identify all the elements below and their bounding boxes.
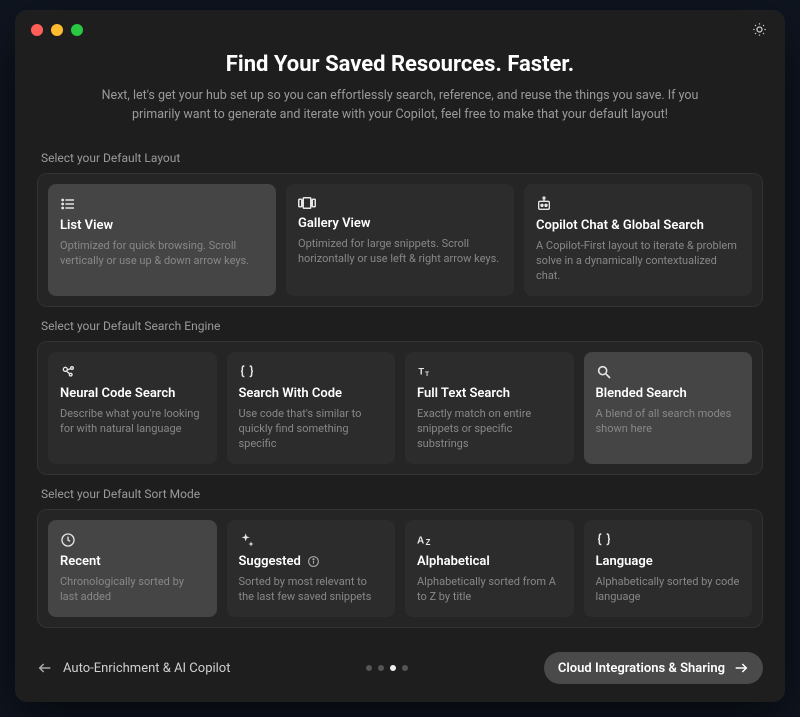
card-title: Recent xyxy=(60,554,205,569)
wizard-footer: Auto-Enrichment & AI Copilot Cloud Integ… xyxy=(37,636,763,684)
braces-icon xyxy=(596,532,741,548)
card-title: Search With Code xyxy=(239,386,384,401)
svg-text:Z: Z xyxy=(426,538,431,547)
card-desc: Exactly match on entire snippets or spec… xyxy=(417,406,562,452)
card-title: Alphabetical xyxy=(417,554,562,569)
search-option-group: Neural Code Search Describe what you're … xyxy=(37,341,763,475)
text-icon: TT xyxy=(417,364,562,380)
sort-suggested-card[interactable]: Suggested Sorted by most relevant to the… xyxy=(227,520,396,617)
card-desc: Chronologically sorted by last added xyxy=(60,574,205,605)
search-neural-card[interactable]: Neural Code Search Describe what you're … xyxy=(48,352,217,464)
list-icon xyxy=(60,196,264,212)
card-desc: Optimized for large snippets. Scroll hor… xyxy=(298,236,502,267)
page-subtitle: Next, let's get your hub set up so you c… xyxy=(80,87,720,125)
layout-copilot-chat-card[interactable]: Copilot Chat & Global Search A Copilot-F… xyxy=(524,184,752,296)
layout-gallery-view-card[interactable]: Gallery View Optimized for large snippet… xyxy=(286,184,514,296)
step-dot xyxy=(378,665,384,671)
search-blended-card[interactable]: Blended Search A blend of all search mod… xyxy=(584,352,753,464)
braces-icon xyxy=(239,364,384,380)
search-section-label: Select your Default Search Engine xyxy=(41,319,763,333)
step-indicator xyxy=(366,665,408,671)
card-desc: Describe what you're looking for with na… xyxy=(60,406,205,437)
card-desc: Alphabetically sorted from A to Z by tit… xyxy=(417,574,562,605)
card-title: List View xyxy=(60,218,264,233)
search-full-text-card[interactable]: TT Full Text Search Exactly match on ent… xyxy=(405,352,574,464)
back-label: Auto-Enrichment & AI Copilot xyxy=(63,661,230,676)
sort-option-group: Recent Chronologically sorted by last ad… xyxy=(37,509,763,628)
theme-toggle-button[interactable] xyxy=(752,22,767,37)
sort-section-label: Select your Default Sort Mode xyxy=(41,487,763,501)
layout-list-view-card[interactable]: List View Optimized for quick browsing. … xyxy=(48,184,276,296)
gallery-icon xyxy=(298,196,502,210)
sort-language-card[interactable]: Language Alphabetically sorted by code l… xyxy=(584,520,753,617)
card-title: Gallery View xyxy=(298,216,502,231)
card-desc: Optimized for quick browsing. Scroll ver… xyxy=(60,238,264,269)
back-button[interactable]: Auto-Enrichment & AI Copilot xyxy=(37,660,230,676)
card-title: Full Text Search xyxy=(417,386,562,401)
card-desc: A Copilot-First layout to iterate & prob… xyxy=(536,238,740,284)
step-dot xyxy=(366,665,372,671)
clock-icon xyxy=(60,532,205,548)
page-header: Find Your Saved Resources. Faster. Next,… xyxy=(37,52,763,125)
card-title: Language xyxy=(596,554,741,569)
maximize-window-button[interactable] xyxy=(71,24,83,36)
neural-icon xyxy=(60,364,205,380)
minimize-window-button[interactable] xyxy=(51,24,63,36)
page-title: Find Your Saved Resources. Faster. xyxy=(37,52,763,77)
window-controls xyxy=(31,24,83,36)
card-desc: Use code that's similar to quickly find … xyxy=(239,406,384,452)
close-window-button[interactable] xyxy=(31,24,43,36)
card-desc: A blend of all search modes shown here xyxy=(596,406,741,437)
sort-alphabetical-card[interactable]: AZ Alphabetical Alphabetically sorted fr… xyxy=(405,520,574,617)
arrow-left-icon xyxy=(37,660,53,676)
sparkle-icon xyxy=(239,532,384,548)
card-desc: Sorted by most relevant to the last few … xyxy=(239,574,384,605)
search-icon xyxy=(596,364,741,380)
layout-section-label: Select your Default Layout xyxy=(41,151,763,165)
step-dot-active xyxy=(390,665,396,671)
svg-text:T: T xyxy=(418,366,424,376)
app-window: Find Your Saved Resources. Faster. Next,… xyxy=(15,10,785,702)
sort-recent-card[interactable]: Recent Chronologically sorted by last ad… xyxy=(48,520,217,617)
svg-text:A: A xyxy=(417,535,424,546)
svg-text:T: T xyxy=(425,371,429,378)
arrow-right-icon xyxy=(733,660,749,676)
info-icon xyxy=(307,555,320,568)
card-desc: Alphabetically sorted by code language xyxy=(596,574,741,605)
next-button[interactable]: Cloud Integrations & Sharing xyxy=(544,652,763,684)
layout-option-group: List View Optimized for quick browsing. … xyxy=(37,173,763,307)
card-title: Blended Search xyxy=(596,386,741,401)
sun-icon xyxy=(752,22,767,37)
az-icon: AZ xyxy=(417,532,562,548)
card-title: Neural Code Search xyxy=(60,386,205,401)
step-dot xyxy=(402,665,408,671)
search-with-code-card[interactable]: Search With Code Use code that's similar… xyxy=(227,352,396,464)
card-title: Copilot Chat & Global Search xyxy=(536,218,740,233)
card-title: Suggested xyxy=(239,554,384,569)
next-label: Cloud Integrations & Sharing xyxy=(558,661,725,676)
robot-icon xyxy=(536,196,740,212)
